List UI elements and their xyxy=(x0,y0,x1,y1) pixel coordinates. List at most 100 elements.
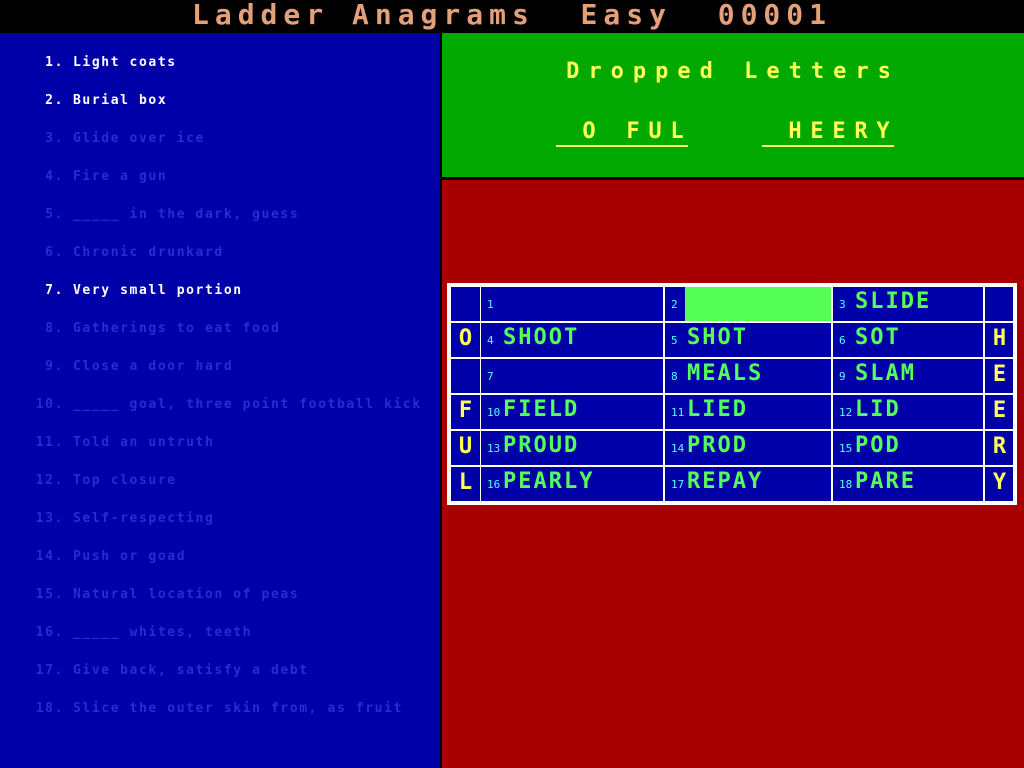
clue-item[interactable]: 11. Told an untruth xyxy=(0,435,430,455)
clue-number: 3. xyxy=(45,131,64,146)
answer-word: LID xyxy=(855,397,901,422)
side-letter-cell: Y xyxy=(985,467,1013,501)
answer-cell[interactable]: 11 LIED xyxy=(665,395,831,429)
answer-cell[interactable]: 9 SLAM xyxy=(833,359,983,393)
answer-cell[interactable]: 3 SLIDE xyxy=(833,287,983,321)
dropped-letter-slot: H xyxy=(784,119,806,147)
answer-word: SLAM xyxy=(855,361,916,386)
clue-item[interactable]: 15. Natural location of peas xyxy=(0,587,430,607)
ladder-grid: 1 2 3 SLIDE O 4 SHOOT 5 SHOT 6 SOT H 7 8 MEALS 9 SLAM E F 1… xyxy=(447,283,1017,505)
answer-word: POD xyxy=(855,433,901,458)
clue-number: 16. xyxy=(35,625,64,640)
answer-cell[interactable]: 8 MEALS xyxy=(665,359,831,393)
clue-text: _____ goal, three point football kick xyxy=(73,397,422,412)
clue-number: 8. xyxy=(45,321,64,336)
answer-word: FIELD xyxy=(503,397,580,422)
answer-cell[interactable]: 7 xyxy=(481,359,663,393)
clue-item[interactable]: 4. Fire a gun xyxy=(0,169,430,189)
clue-text: _____ in the dark, guess xyxy=(73,207,300,222)
clue-item[interactable]: 12. Top closure xyxy=(0,473,430,493)
clue-number: 14. xyxy=(35,549,64,564)
answer-number: 6 xyxy=(839,334,846,347)
clue-item[interactable]: 1. Light coats xyxy=(0,55,430,75)
side-letter xyxy=(451,287,480,319)
answer-number: 15 xyxy=(839,442,853,455)
clue-number: 1. xyxy=(45,55,64,70)
clue-item[interactable]: 5. _____ in the dark, guess xyxy=(0,207,430,227)
answer-word: SOT xyxy=(855,325,901,350)
answer-number: 10 xyxy=(487,406,501,419)
answer-number: 2 xyxy=(671,298,678,311)
dropped-word-2: HEERY xyxy=(762,119,894,149)
answer-cell[interactable]: 5 SHOT xyxy=(665,323,831,357)
answer-word: PEARLY xyxy=(503,469,595,494)
dropped-letter-slot xyxy=(600,119,622,147)
answer-word: LIED xyxy=(687,397,748,422)
answer-cell[interactable]: 14 PROD xyxy=(665,431,831,465)
answer-number: 3 xyxy=(839,298,846,311)
side-letter: L xyxy=(458,470,473,495)
dropped-letters-panel: Dropped Letters OFUL HEERY xyxy=(442,33,1024,177)
clue-item[interactable]: 13. Self-respecting xyxy=(0,511,430,531)
answer-number: 13 xyxy=(487,442,501,455)
clue-number: 15. xyxy=(35,587,64,602)
clue-text: Burial box xyxy=(73,93,168,108)
clue-number: 9. xyxy=(45,359,64,374)
clue-item[interactable]: 14. Push or goad xyxy=(0,549,430,569)
answer-number: 14 xyxy=(671,442,685,455)
clue-text: Self-respecting xyxy=(73,511,215,526)
side-letter-cell: E xyxy=(985,395,1013,429)
answer-cell[interactable]: 12 LID xyxy=(833,395,983,429)
clue-text: Very small portion xyxy=(73,283,243,298)
answer-cell[interactable]: 17 REPAY xyxy=(665,467,831,501)
answer-cell[interactable]: 18 PARE xyxy=(833,467,983,501)
answer-cell[interactable]: 10 FIELD xyxy=(481,395,663,429)
side-letter-cell: R xyxy=(985,431,1013,465)
answer-cell[interactable]: 6 SOT xyxy=(833,323,983,357)
answer-word: MEALS xyxy=(687,361,764,386)
clue-number: 12. xyxy=(35,473,64,488)
clue-number: 7. xyxy=(45,283,64,298)
answer-number: 12 xyxy=(839,406,853,419)
answer-cell[interactable]: 16 PEARLY xyxy=(481,467,663,501)
clue-item[interactable]: 10. _____ goal, three point football kick xyxy=(0,397,430,417)
clue-item[interactable]: 9. Close a door hard xyxy=(0,359,430,379)
clue-item[interactable]: 6. Chronic drunkard xyxy=(0,245,430,265)
answer-input-highlight[interactable] xyxy=(685,287,831,321)
title-bar: Ladder Anagrams Easy 00001 xyxy=(0,0,1024,32)
answer-cell[interactable]: 1 xyxy=(481,287,663,321)
clue-text: Close a door hard xyxy=(73,359,234,374)
clue-item[interactable]: 18. Slice the outer skin from, as fruit xyxy=(0,701,430,721)
dropped-letter-slot: U xyxy=(644,119,666,147)
clue-number: 13. xyxy=(35,511,64,526)
answer-cell[interactable]: 2 xyxy=(665,287,831,321)
clue-item[interactable]: 16. _____ whites, teeth xyxy=(0,625,430,645)
clue-item[interactable]: 8. Gatherings to eat food xyxy=(0,321,430,341)
side-letter-cell xyxy=(451,287,480,321)
clue-number: 17. xyxy=(35,663,64,678)
side-letter: H xyxy=(992,326,1007,351)
answer-number: 7 xyxy=(487,370,494,383)
clue-item[interactable]: 3. Glide over ice xyxy=(0,131,430,151)
dropped-letter-slot: R xyxy=(850,119,872,147)
clue-text: Give back, satisfy a debt xyxy=(73,663,309,678)
clue-text: Natural location of peas xyxy=(73,587,300,602)
dropped-letter-slot: E xyxy=(828,119,850,147)
clue-item[interactable]: 17. Give back, satisfy a debt xyxy=(0,663,430,683)
clue-list: 1. Light coats 2. Burial box 3. Glide over ic… xyxy=(0,33,440,768)
clue-item[interactable]: 7. Very small portion xyxy=(0,283,430,303)
side-letter-cell: U xyxy=(451,431,480,465)
clue-text: Light coats xyxy=(73,55,177,70)
answer-number: 8 xyxy=(671,370,678,383)
answer-cell[interactable]: 4 SHOOT xyxy=(481,323,663,357)
clue-text: Told an untruth xyxy=(73,435,215,450)
clue-number: 6. xyxy=(45,245,64,260)
answer-cell[interactable]: 15 POD xyxy=(833,431,983,465)
clue-item[interactable]: 2. Burial box xyxy=(0,93,430,113)
answer-word: PARE xyxy=(855,469,916,494)
clue-number: 5. xyxy=(45,207,64,222)
dropped-letter-slot: O xyxy=(578,119,600,147)
answer-cell[interactable]: 13 PROUD xyxy=(481,431,663,465)
dropped-letter-slot: Y xyxy=(872,119,894,147)
answer-number: 9 xyxy=(839,370,846,383)
